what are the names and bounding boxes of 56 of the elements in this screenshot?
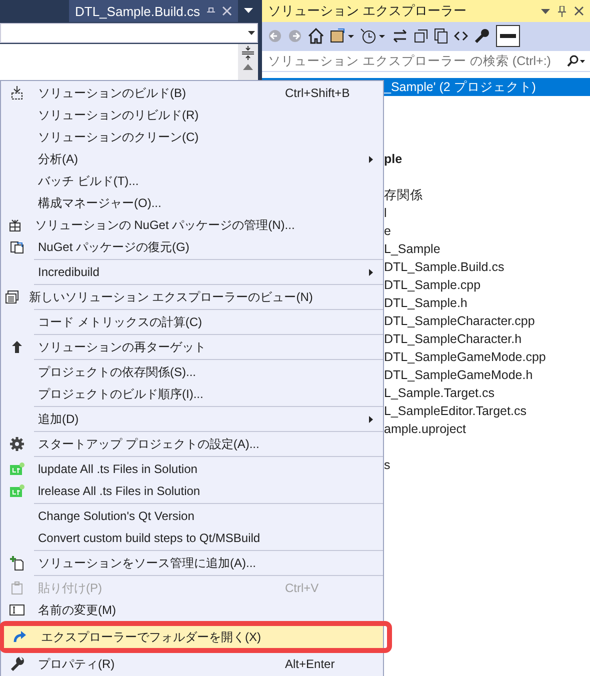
menu-item[interactable]: プロパティ(R) Alt+Enter	[1, 653, 383, 675]
wrench-icon	[9, 656, 25, 672]
menu-item[interactable]: 新しいソリューション エクスプローラーのビュー(N)	[1, 286, 383, 308]
gear-icon	[9, 436, 25, 452]
pages-icon[interactable]	[434, 28, 448, 44]
menu-item[interactable]: ソリューションをソース管理に追加(A)...	[1, 552, 383, 574]
menu-item[interactable]: lupdate All .ts Files in Solution	[1, 458, 383, 480]
document-tab[interactable]: DTL_Sample.Build.cs	[69, 0, 238, 22]
menu-item[interactable]: Incredibuild	[1, 261, 383, 283]
panel-title: ソリューション エクスプローラー	[268, 2, 468, 20]
menu-item[interactable]: プロジェクトのビルド順序(I)...	[1, 383, 383, 405]
code-icon[interactable]	[454, 30, 468, 42]
dropdown-icon[interactable]	[244, 8, 252, 14]
scroll-up-icon[interactable]	[243, 64, 253, 70]
menu-item[interactable]: Convert custom build steps to Qt/MSBuild	[1, 527, 383, 549]
menu-item[interactable]: Change Solution's Qt Version	[1, 505, 383, 527]
menu-item[interactable]: ソリューションの NuGet パッケージの管理(N)...	[1, 214, 383, 236]
pin-icon[interactable]	[558, 6, 566, 16]
home-icon[interactable]	[308, 28, 324, 44]
dropdown-icon[interactable]	[541, 8, 550, 14]
split-icon[interactable]	[242, 46, 254, 60]
build-icon	[9, 85, 25, 101]
clipboard-icon	[9, 580, 25, 596]
rename-icon	[9, 602, 25, 618]
menu-item[interactable]: ソリューションの再ターゲット	[1, 336, 383, 358]
window-icon	[4, 289, 20, 305]
menu-item[interactable]: 名前の変更(M)	[1, 599, 383, 621]
close-icon[interactable]	[574, 6, 584, 16]
menu-item[interactable]: ソリューションのクリーン(C)	[1, 126, 383, 148]
menu-item[interactable]: 構成マネージャー(O)...	[1, 192, 383, 214]
menu-item[interactable]: 追加(D)	[1, 408, 383, 430]
redo-arrow-icon	[12, 629, 28, 645]
preview-icon[interactable]	[496, 25, 520, 47]
menu-item[interactable]: 分析(A)	[1, 148, 383, 170]
search-icon[interactable]	[566, 55, 586, 67]
search-field[interactable]: ソリューション エクスプローラー の検索 (Ctrl+:)	[262, 50, 590, 72]
menu-item[interactable]: コード メトリックスの計算(C)	[1, 311, 383, 333]
submenu-arrow-icon	[369, 269, 373, 276]
menu-item[interactable]: プロジェクトの依存関係(S)...	[1, 361, 383, 383]
submenu-arrow-icon	[369, 416, 373, 423]
menu-item[interactable]: NuGet パッケージの復元(G)	[1, 236, 383, 258]
dropdown-icon	[248, 31, 255, 35]
collapse-icon[interactable]	[414, 29, 428, 43]
wrench-icon[interactable]	[474, 28, 490, 44]
history-icon[interactable]	[360, 28, 386, 44]
submenu-arrow-icon	[369, 156, 373, 163]
menu-item[interactable]: バッチ ビルド(T)...	[1, 170, 383, 192]
package-icon	[7, 217, 24, 233]
menu-item[interactable]: ソリューションのリビルド(R)	[1, 104, 383, 126]
menu-item[interactable]: lrelease All .ts Files in Solution	[1, 480, 383, 502]
add-file-icon	[9, 555, 25, 571]
folder-sync-icon[interactable]	[330, 28, 354, 44]
restore-icon	[9, 239, 25, 255]
menu-item[interactable]: エクスプローラーでフォルダーを開く(X)	[4, 626, 383, 648]
sync-arrows-icon[interactable]	[392, 29, 408, 43]
menu-item[interactable]: スタートアップ プロジェクトの設定(A)...	[1, 433, 383, 455]
